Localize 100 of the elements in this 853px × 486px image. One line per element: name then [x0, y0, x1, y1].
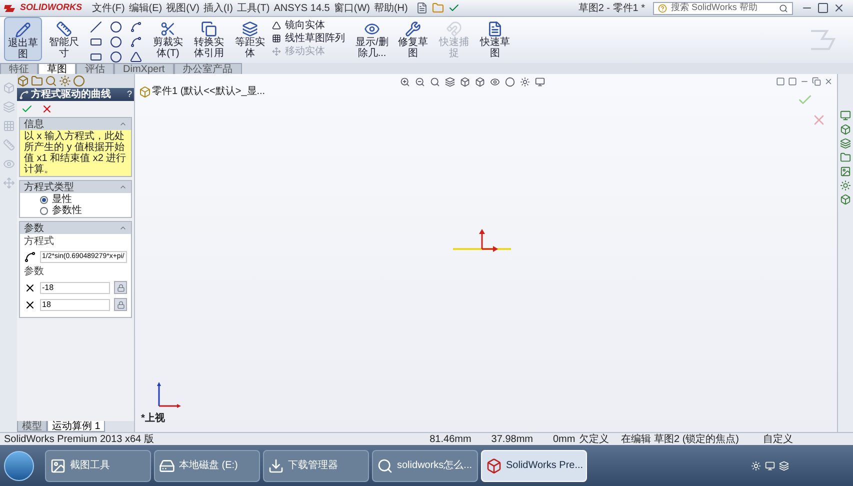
- tool-icon: [272, 21, 281, 30]
- view-tool-icon[interactable]: [445, 77, 455, 87]
- sketch-tool-icon[interactable]: [130, 51, 142, 63]
- model-tab[interactable]: 模型: [17, 421, 47, 432]
- help-button[interactable]: ?: [126, 88, 132, 102]
- tray-icon[interactable]: [751, 460, 761, 470]
- app-icon: [377, 458, 393, 474]
- view-tool-icon[interactable]: [505, 77, 515, 87]
- view-tool-icon[interactable]: [430, 77, 440, 87]
- menu-item[interactable]: 工具(T): [236, 0, 270, 16]
- sketch-tool-icon[interactable]: [110, 51, 122, 63]
- curve-icon: [19, 90, 29, 100]
- manager-tab-icon[interactable]: [59, 75, 71, 87]
- app-icon: [268, 458, 284, 474]
- menu-item[interactable]: 窗口(W): [334, 0, 370, 16]
- logo-icon: [4, 2, 16, 14]
- ribbon-tool-button[interactable]: 等距实体: [231, 17, 269, 61]
- ribbon-tool-button[interactable]: 退出草图: [4, 17, 42, 61]
- menu-item[interactable]: ANSYS 14.5: [274, 0, 330, 16]
- document-title: 草图2 - 零件1 *: [578, 2, 645, 16]
- task-pane-icon[interactable]: [840, 152, 851, 163]
- tool-icon: [56, 21, 72, 37]
- search-field[interactable]: 搜索 SolidWorks 帮助: [653, 2, 793, 14]
- x-variable-icon: [24, 298, 36, 310]
- command-tab[interactable]: DimXpert: [114, 63, 174, 74]
- view-tool-icon[interactable]: [460, 77, 470, 87]
- tray-icon[interactable]: [765, 460, 775, 470]
- ribbon-list-button[interactable]: 镜向实体: [272, 19, 350, 32]
- sketch-tool-icon[interactable]: [90, 36, 102, 48]
- lock-button[interactable]: [114, 298, 127, 311]
- task-pane-icon[interactable]: [840, 194, 851, 205]
- task-pane-icon[interactable]: [840, 138, 851, 149]
- view-tool-icon[interactable]: [535, 77, 545, 87]
- radio-button[interactable]: [40, 206, 48, 214]
- start-button[interactable]: [4, 450, 34, 480]
- model-tab[interactable]: 运动算例 1: [47, 421, 106, 432]
- view-tool-icon[interactable]: [415, 77, 425, 87]
- sketch-tool-icon[interactable]: [110, 21, 122, 33]
- ribbon-tool-button[interactable]: 剪裁实体(T): [149, 17, 187, 61]
- taskbar-button[interactable]: SolidWorks Pre...: [481, 450, 587, 482]
- radio-option[interactable]: 参数性: [40, 205, 131, 216]
- menu-item[interactable]: 视图(V): [166, 0, 200, 16]
- ribbon-tool-button[interactable]: 显示/删除几...: [353, 17, 391, 61]
- menu-item[interactable]: 文件(F): [92, 0, 125, 16]
- taskbar-button[interactable]: solidworks怎么...: [372, 450, 478, 482]
- section-heading: 参数: [24, 222, 44, 236]
- radio-button[interactable]: [40, 196, 48, 204]
- taskbar-button[interactable]: 本地磁盘 (E:): [154, 450, 260, 482]
- view-tool-icon[interactable]: [520, 77, 530, 87]
- view-tool-icon[interactable]: [490, 77, 500, 87]
- sketch-status: 欠定义: [579, 432, 610, 446]
- confirm-icon: [21, 103, 33, 115]
- manager-tab-icon[interactable]: [73, 75, 85, 87]
- panel-title: 方程式驱动的曲线: [31, 87, 111, 102]
- collapse-icon: [119, 224, 127, 232]
- ribbon-tool-button[interactable]: 转换实体引用: [190, 17, 228, 61]
- app-icon: [486, 458, 502, 474]
- editing-status: 在编辑 草图2 (锁定的焦点): [621, 432, 739, 446]
- command-tab[interactable]: 草图: [38, 63, 76, 74]
- menu-item[interactable]: 帮助(H): [374, 0, 408, 16]
- app-icon: [50, 458, 66, 474]
- parameter-field[interactable]: 18: [40, 298, 110, 310]
- task-pane-icon[interactable]: [840, 110, 851, 121]
- tool-icon: [405, 21, 421, 37]
- sketch-tool-icon[interactable]: [90, 51, 102, 63]
- view-label: *上视: [141, 412, 165, 426]
- task-pane-icon[interactable]: [840, 166, 851, 177]
- sketch-tool-icon[interactable]: [130, 21, 142, 33]
- sketch-tool-icon[interactable]: [110, 36, 122, 48]
- taskbar-button[interactable]: 下载管理器: [263, 450, 369, 482]
- units-dropdown[interactable]: 自定义: [763, 432, 793, 446]
- menu-item[interactable]: 插入(I): [203, 0, 233, 16]
- help-icon: [658, 4, 667, 12]
- ribbon-list-button[interactable]: 线性草图阵列: [272, 32, 350, 45]
- ribbon-tool-button[interactable]: 快速草图: [476, 17, 514, 61]
- manager-tab-icon[interactable]: [31, 75, 43, 87]
- menu-item[interactable]: 编辑(E): [128, 0, 162, 16]
- manager-tab-icon[interactable]: [45, 75, 57, 87]
- manager-tab-icon[interactable]: [17, 75, 29, 87]
- view-tool-icon[interactable]: [400, 77, 410, 87]
- ribbon-tool-button[interactable]: 修复草图: [394, 17, 432, 61]
- tool-icon: [201, 21, 217, 37]
- open-folder-icon: [432, 2, 444, 14]
- task-pane-icon[interactable]: [840, 180, 851, 191]
- window-control-icon[interactable]: [824, 77, 833, 86]
- command-tab[interactable]: 特征: [0, 63, 38, 74]
- radio-option[interactable]: 显性: [40, 194, 131, 205]
- window-control-icon[interactable]: [812, 77, 821, 86]
- parameter-field[interactable]: -18: [40, 282, 110, 294]
- sketch-tool-icon[interactable]: [130, 36, 142, 48]
- task-pane-icon[interactable]: [840, 124, 851, 135]
- lock-button[interactable]: [114, 281, 127, 294]
- ribbon-tool-button[interactable]: 智能尺寸: [45, 17, 83, 61]
- tool-icon: [15, 22, 31, 38]
- sketch-tool-icon[interactable]: [90, 21, 102, 33]
- view-tool-icon[interactable]: [475, 77, 485, 87]
- taskbar-button[interactable]: 截图工具: [45, 450, 151, 482]
- tray-icon[interactable]: [779, 460, 789, 470]
- command-tab[interactable]: 办公室产品: [174, 63, 242, 74]
- command-tab[interactable]: 评估: [76, 63, 114, 74]
